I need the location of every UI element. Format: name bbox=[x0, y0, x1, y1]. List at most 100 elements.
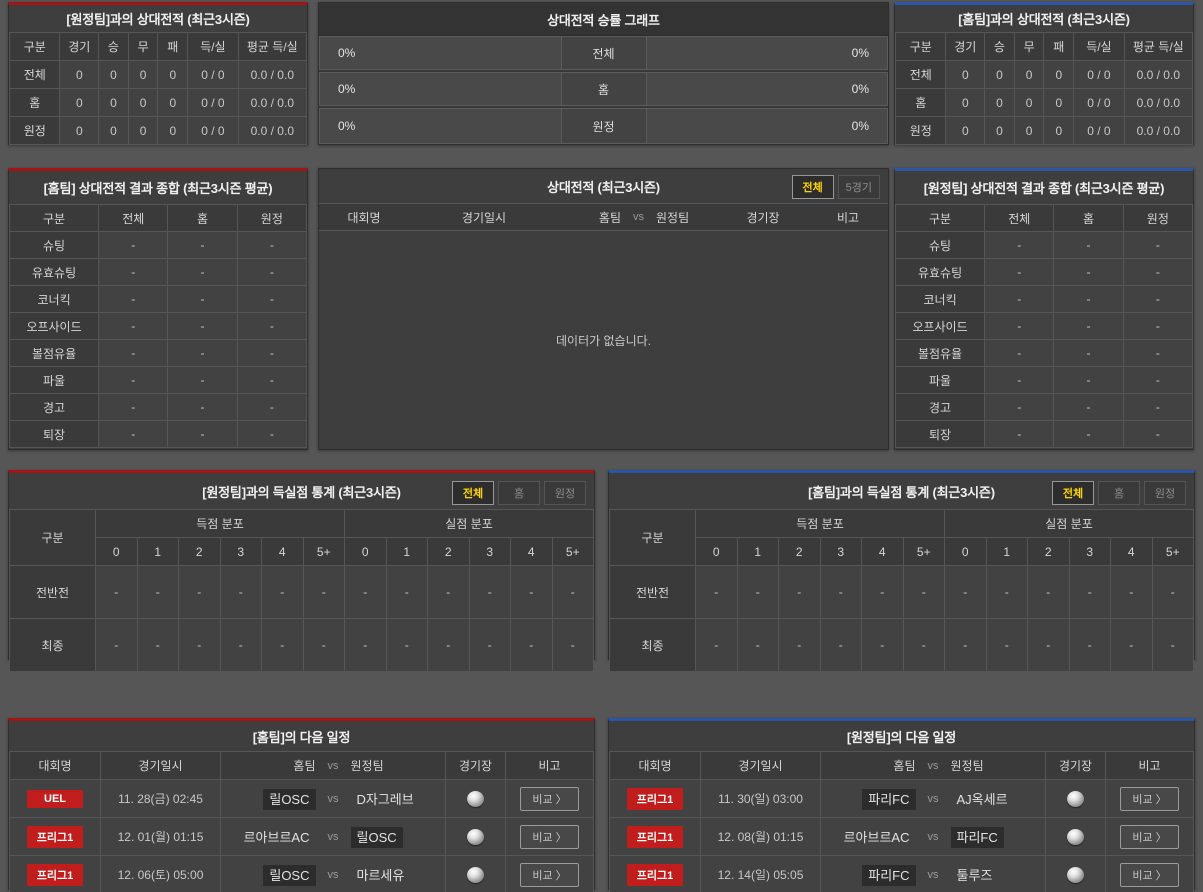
stat-cell: - bbox=[236, 420, 308, 448]
league-badge: 프리그1 bbox=[627, 863, 683, 886]
stat-cell: - bbox=[167, 285, 238, 313]
table-row: 홈 0 0 0 0 0 / 0 0.0 / 0.0 bbox=[8, 88, 308, 117]
compare-button[interactable]: 비교 〉 bbox=[520, 862, 579, 887]
group-header-conceded: 실점 분포 bbox=[944, 509, 1194, 538]
stat-cell: 0 bbox=[1043, 116, 1075, 145]
bin-header: 0 bbox=[695, 537, 738, 566]
stat-cell: - bbox=[385, 618, 428, 672]
stat-cell: 0 bbox=[984, 60, 1015, 89]
tab-all[interactable]: 전체 bbox=[452, 481, 494, 505]
row-label: 최종 bbox=[9, 618, 96, 672]
stat-cell: - bbox=[984, 231, 1055, 259]
stat-cell: - bbox=[302, 565, 345, 619]
row-label: 원정 bbox=[8, 116, 61, 145]
stat-cell: - bbox=[98, 366, 169, 394]
bin-header: 0 bbox=[344, 537, 387, 566]
stat-cell: - bbox=[861, 565, 904, 619]
stat-cell: - bbox=[1122, 231, 1194, 259]
stadium-icon[interactable] bbox=[1067, 828, 1084, 845]
panel-home-summary: [홈팀] 상대전적 결과 종합 (최근3시즌 평균) 구분 전체 홈 원정 슈팅… bbox=[8, 168, 308, 450]
col-header: 경기장 bbox=[445, 751, 506, 780]
bin-header: 1 bbox=[985, 537, 1028, 566]
stat-cell: - bbox=[1053, 420, 1124, 448]
away-team-col-label: 원정팀 bbox=[656, 210, 690, 225]
panel-title: 상대전적 승률 그래프 bbox=[319, 3, 888, 36]
stat-cell: - bbox=[551, 618, 594, 672]
stadium-icon[interactable] bbox=[1067, 866, 1084, 883]
stat-cell: - bbox=[695, 618, 738, 672]
row-label: 원정 bbox=[894, 116, 947, 145]
stat-cell: - bbox=[1122, 285, 1194, 313]
panel-title: [원정팀]과의 상대전적 (최근3시즌) bbox=[66, 12, 250, 27]
row-label: 오프사이드 bbox=[894, 312, 986, 340]
tab-5games[interactable]: 5경기 bbox=[837, 175, 880, 199]
tab-away[interactable]: 원정 bbox=[544, 481, 586, 505]
stat-cell: - bbox=[167, 312, 238, 340]
compare-button[interactable]: 비교 〉 bbox=[1120, 824, 1179, 849]
col-header: 대회명 bbox=[347, 210, 381, 225]
row-label: 경고 bbox=[8, 393, 100, 421]
stat-cell: - bbox=[136, 618, 179, 672]
row-label: 슈팅 bbox=[8, 231, 100, 259]
match-datetime: 12. 14(일) 05:05 bbox=[700, 855, 821, 892]
winrate-right-bar: 0% bbox=[645, 108, 888, 144]
tab-home[interactable]: 홈 bbox=[1098, 481, 1140, 505]
table-row: 오프사이드 - - - bbox=[894, 312, 1194, 340]
home-goal-stats-table: 구분 득점 분포 실점 분포 0 1 2 3 4 5+ 0 1 2 3 4 5+ 전반전 -----… bbox=[609, 509, 1194, 672]
stat-cell: - bbox=[902, 565, 945, 619]
empty-message: 데이터가 없습니다. bbox=[556, 334, 651, 348]
stat-cell: 0 bbox=[59, 60, 100, 89]
table-row: 유효슈팅 - - - bbox=[894, 258, 1194, 286]
stat-cell: - bbox=[1122, 393, 1194, 421]
bin-header: 5+ bbox=[302, 537, 345, 566]
row-label: 경고 bbox=[894, 393, 986, 421]
stat-cell: 0 bbox=[98, 60, 129, 89]
goal-stats-tabs: 전체 홈 원정 bbox=[448, 481, 586, 505]
compare-button[interactable]: 비교 〉 bbox=[1120, 862, 1179, 887]
tab-away[interactable]: 원정 bbox=[1144, 481, 1186, 505]
bin-header: 2 bbox=[427, 537, 470, 566]
bin-header: 1 bbox=[385, 537, 428, 566]
table-row: 경고 - - - bbox=[8, 393, 308, 421]
away-team-col-label: 원정팀 bbox=[350, 759, 384, 773]
bin-header: 5+ bbox=[551, 537, 594, 566]
table-row: 슈팅 - - - bbox=[894, 231, 1194, 259]
stat-cell: - bbox=[468, 618, 511, 672]
col-header: 경기일시 bbox=[461, 210, 507, 225]
compare-button[interactable]: 비교 〉 bbox=[520, 786, 579, 811]
col-header: 패 bbox=[1043, 32, 1075, 61]
home-team-name: 파리FC bbox=[862, 865, 916, 886]
col-header: 패 bbox=[157, 32, 189, 61]
league-badge: 프리그1 bbox=[627, 825, 683, 848]
stat-cell: 0 bbox=[984, 88, 1015, 117]
stadium-icon[interactable] bbox=[467, 866, 484, 883]
stadium-icon[interactable] bbox=[467, 790, 484, 807]
panel-title: [원정팀]의 다음 일정 bbox=[846, 729, 957, 745]
match-datetime: 11. 28(금) 02:45 bbox=[100, 779, 221, 818]
stat-cell: - bbox=[984, 366, 1055, 394]
stadium-icon[interactable] bbox=[467, 828, 484, 845]
panel-home-schedule: [홈팀]의 다음 일정 대회명 경기일시 홈팀 vs 원정팀 경기장 비고 UEL … bbox=[8, 718, 595, 892]
table-row: 전체 0 0 0 0 0 / 0 0.0 / 0.0 bbox=[8, 60, 308, 89]
col-header: 득/실 bbox=[187, 32, 239, 61]
stat-cell: - bbox=[302, 618, 345, 672]
col-header: 경기장 bbox=[1045, 751, 1106, 780]
tab-all[interactable]: 전체 bbox=[791, 175, 834, 199]
compare-button[interactable]: 비교 〉 bbox=[1120, 786, 1179, 811]
table-row: 코너킥 - - - bbox=[8, 285, 308, 313]
col-header: 구분 bbox=[8, 204, 100, 232]
winrate-right-value: 0% bbox=[851, 119, 869, 133]
group-header-scored: 득점 분포 bbox=[695, 509, 945, 538]
stat-cell: 0 / 0 bbox=[187, 116, 239, 145]
tab-all[interactable]: 전체 bbox=[1052, 481, 1094, 505]
stat-cell: - bbox=[944, 565, 987, 619]
tab-home[interactable]: 홈 bbox=[498, 481, 540, 505]
col-header: 득/실 bbox=[1073, 32, 1125, 61]
compare-button[interactable]: 비교 〉 bbox=[520, 824, 579, 849]
stat-cell: - bbox=[236, 312, 308, 340]
row-label: 파울 bbox=[8, 366, 100, 394]
stadium-icon[interactable] bbox=[1067, 790, 1084, 807]
stat-cell: 0.0 / 0.0 bbox=[1123, 60, 1194, 89]
bin-header: 5+ bbox=[902, 537, 945, 566]
schedule-row: 프리그1 12. 06(토) 05:00 릴OSC vs 마르세유 비교 〉 bbox=[9, 855, 594, 892]
